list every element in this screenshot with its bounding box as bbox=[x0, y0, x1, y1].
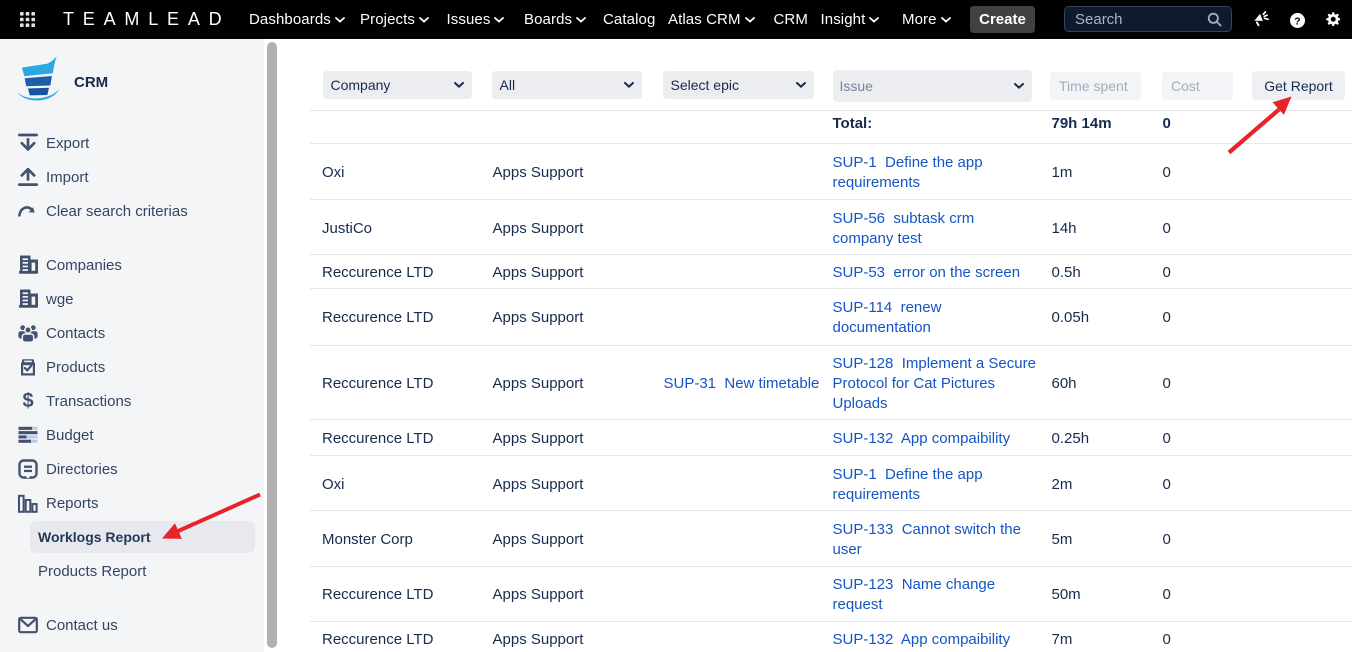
svg-text:?: ? bbox=[1294, 15, 1300, 27]
